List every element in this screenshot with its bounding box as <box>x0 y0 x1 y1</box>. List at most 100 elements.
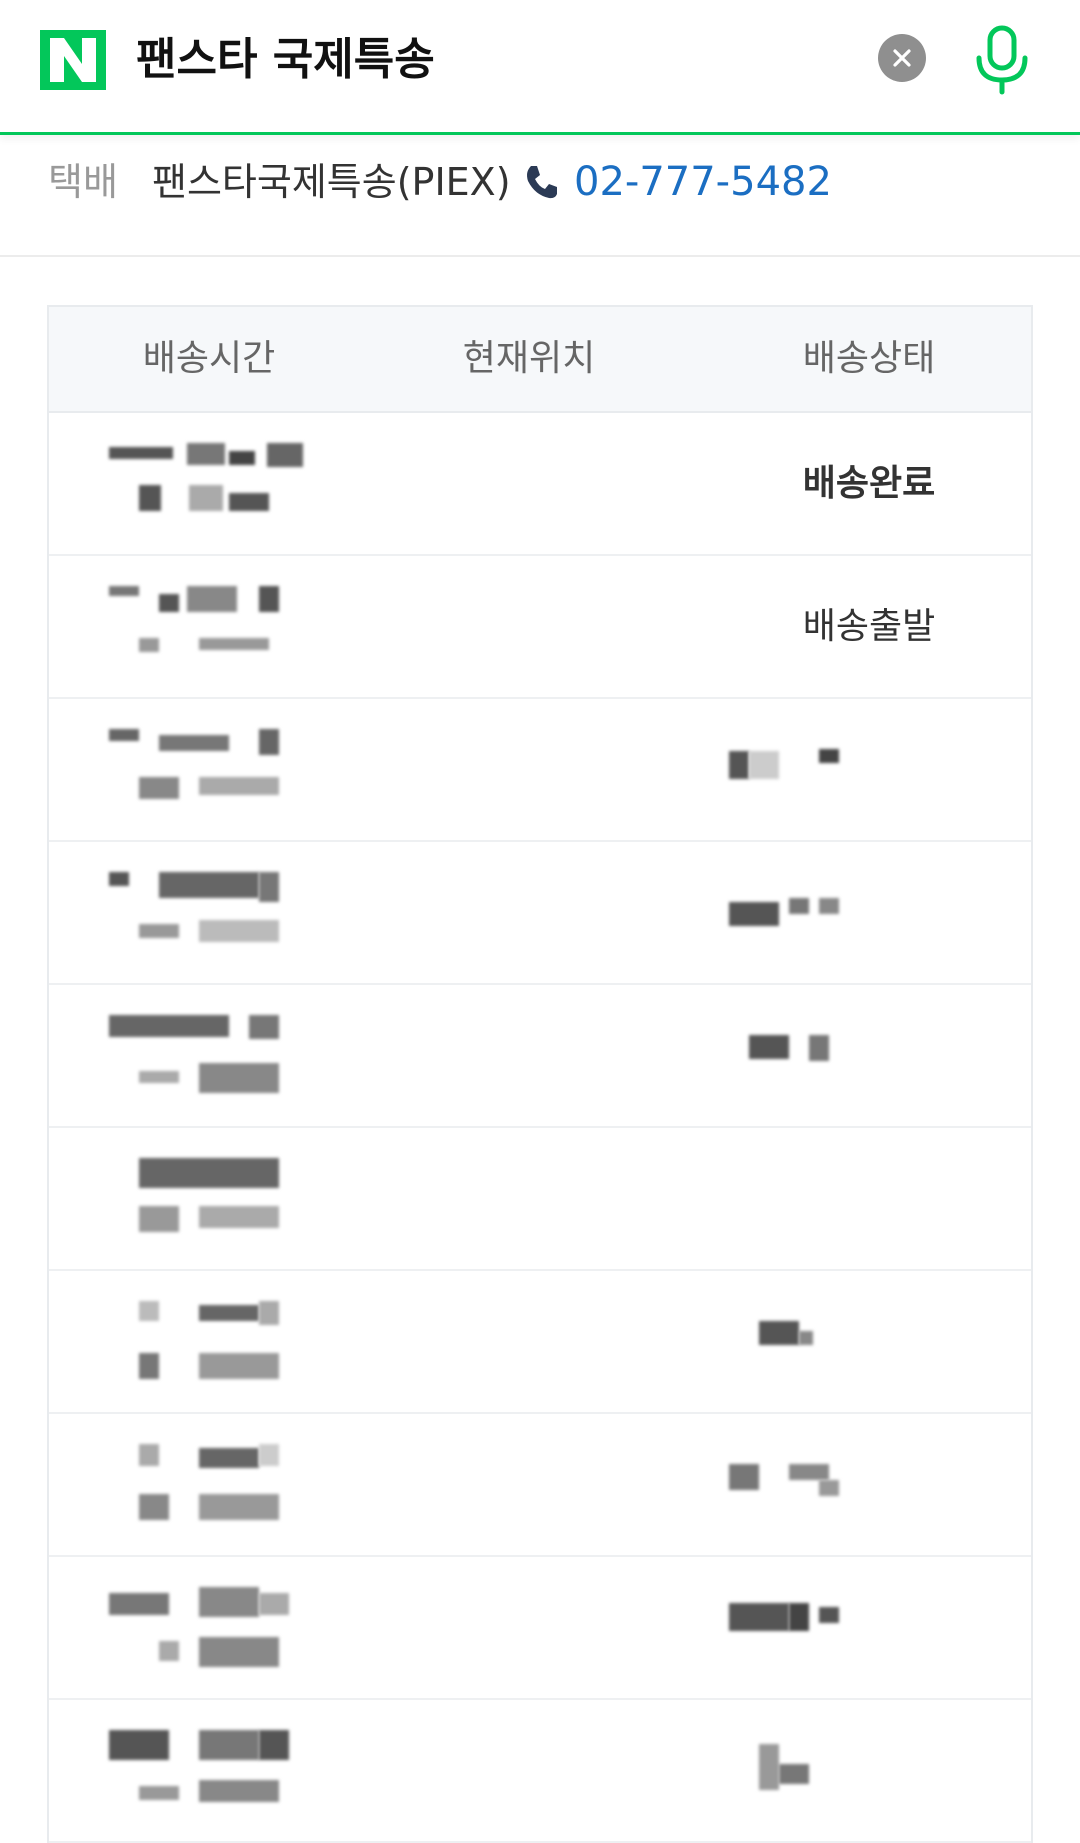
redacted-block <box>259 1593 289 1615</box>
current-location-cell <box>369 1557 689 1698</box>
redacted-block <box>749 1035 789 1059</box>
delivery-time-cell <box>49 1557 369 1698</box>
redacted-block <box>729 1464 759 1490</box>
redacted-block <box>139 1786 179 1800</box>
redacted-block <box>259 729 279 755</box>
redacted-block <box>139 1301 159 1321</box>
current-location-cell <box>369 413 689 554</box>
close-icon <box>893 49 911 67</box>
courier-phone-link[interactable]: 02-777-5482 <box>574 157 832 207</box>
redacted-block <box>729 751 749 779</box>
delivery-time-cell <box>49 1414 369 1555</box>
current-location-cell <box>369 1700 689 1841</box>
delivery-time-cell <box>49 413 369 554</box>
table-body: 배송완료배송출발 <box>49 413 1031 1843</box>
delivery-time-cell <box>49 556 369 697</box>
table-row <box>49 985 1031 1128</box>
delivery-time-cell <box>49 699 369 840</box>
table-header: 배송시간 현재위치 배송상태 <box>49 307 1031 413</box>
redacted-block <box>819 1607 839 1623</box>
redacted-block <box>259 1730 289 1760</box>
current-location-cell <box>369 985 689 1126</box>
table-row <box>49 1414 1031 1557</box>
delivery-status-text <box>719 1128 1019 1269</box>
redacted-block <box>187 586 237 612</box>
clear-search-button[interactable] <box>878 34 926 82</box>
redacted-block <box>819 1480 839 1496</box>
tracking-table: 배송시간 현재위치 배송상태 배송완료배송출발 <box>47 305 1033 1843</box>
delivery-time-cell <box>49 1700 369 1841</box>
redacted-block <box>187 443 225 465</box>
redacted-block <box>199 777 279 795</box>
redacted-block <box>139 924 179 938</box>
current-location-cell <box>369 1414 689 1555</box>
redacted-block <box>249 1015 279 1039</box>
redacted-block <box>789 898 809 914</box>
redacted-block <box>267 443 303 467</box>
current-location-cell <box>369 1128 689 1269</box>
redacted-block <box>199 1353 279 1379</box>
redacted-block <box>139 638 159 652</box>
redacted-block <box>789 1603 809 1631</box>
redacted-block <box>139 1206 179 1232</box>
voice-search-button[interactable] <box>970 24 1034 96</box>
microphone-icon <box>976 25 1028 95</box>
courier-category-label: 택배 <box>48 160 118 204</box>
redacted-block <box>199 1780 279 1802</box>
redacted-block <box>199 1206 279 1228</box>
redacted-block <box>139 1158 279 1188</box>
redacted-block <box>729 902 779 926</box>
redacted-block <box>199 1494 279 1520</box>
table-row <box>49 842 1031 985</box>
redacted-block <box>779 1764 809 1784</box>
redacted-block <box>229 493 269 511</box>
phone-icon <box>527 166 557 199</box>
redacted-block <box>759 1744 779 1790</box>
delivery-time-cell <box>49 985 369 1126</box>
redacted-block <box>139 485 161 511</box>
search-header: 팬스타 국제특송 <box>0 0 1080 135</box>
redacted-block <box>139 1353 159 1379</box>
redacted-block <box>749 751 779 779</box>
delivery-status-text: 배송완료 <box>802 463 936 504</box>
redacted-block <box>109 729 139 741</box>
redacted-block <box>809 1035 829 1061</box>
current-location-cell <box>369 556 689 697</box>
redacted-block <box>199 1730 259 1760</box>
redacted-block <box>759 1321 799 1345</box>
redacted-block <box>159 872 259 898</box>
table-row: 배송출발 <box>49 556 1031 699</box>
redacted-block <box>799 1331 813 1345</box>
table-row <box>49 1700 1031 1843</box>
table-row <box>49 1557 1031 1700</box>
redacted-block <box>229 451 255 465</box>
redacted-block <box>199 1305 259 1321</box>
current-location-cell <box>369 699 689 840</box>
redacted-block <box>109 447 173 459</box>
redacted-block <box>159 594 179 612</box>
table-row <box>49 1128 1031 1271</box>
header-current-location: 현재위치 <box>462 338 596 379</box>
redacted-block <box>259 1301 279 1325</box>
redacted-block <box>139 777 179 799</box>
redacted-block <box>109 586 139 596</box>
redacted-block <box>139 1494 169 1520</box>
header-delivery-status: 배송상태 <box>802 338 936 379</box>
header-delivery-time: 배송시간 <box>142 338 276 379</box>
search-query[interactable]: 팬스타 국제특송 <box>136 30 435 90</box>
redacted-block <box>199 638 269 650</box>
delivery-time-cell <box>49 842 369 983</box>
redacted-block <box>259 1444 279 1466</box>
redacted-block <box>199 1587 259 1617</box>
redacted-block <box>199 1448 259 1468</box>
courier-info-bar: 택배 팬스타국제특송(PIEX) 02-777-5482 <box>0 135 1080 257</box>
redacted-block <box>109 1730 169 1760</box>
redacted-block <box>259 872 279 902</box>
redacted-block <box>109 1593 169 1615</box>
table-row <box>49 699 1031 842</box>
redacted-block <box>199 920 279 942</box>
delivery-time-cell <box>49 1271 369 1412</box>
redacted-block <box>199 1063 279 1093</box>
naver-logo-icon[interactable] <box>40 30 106 90</box>
current-location-cell <box>369 1271 689 1412</box>
